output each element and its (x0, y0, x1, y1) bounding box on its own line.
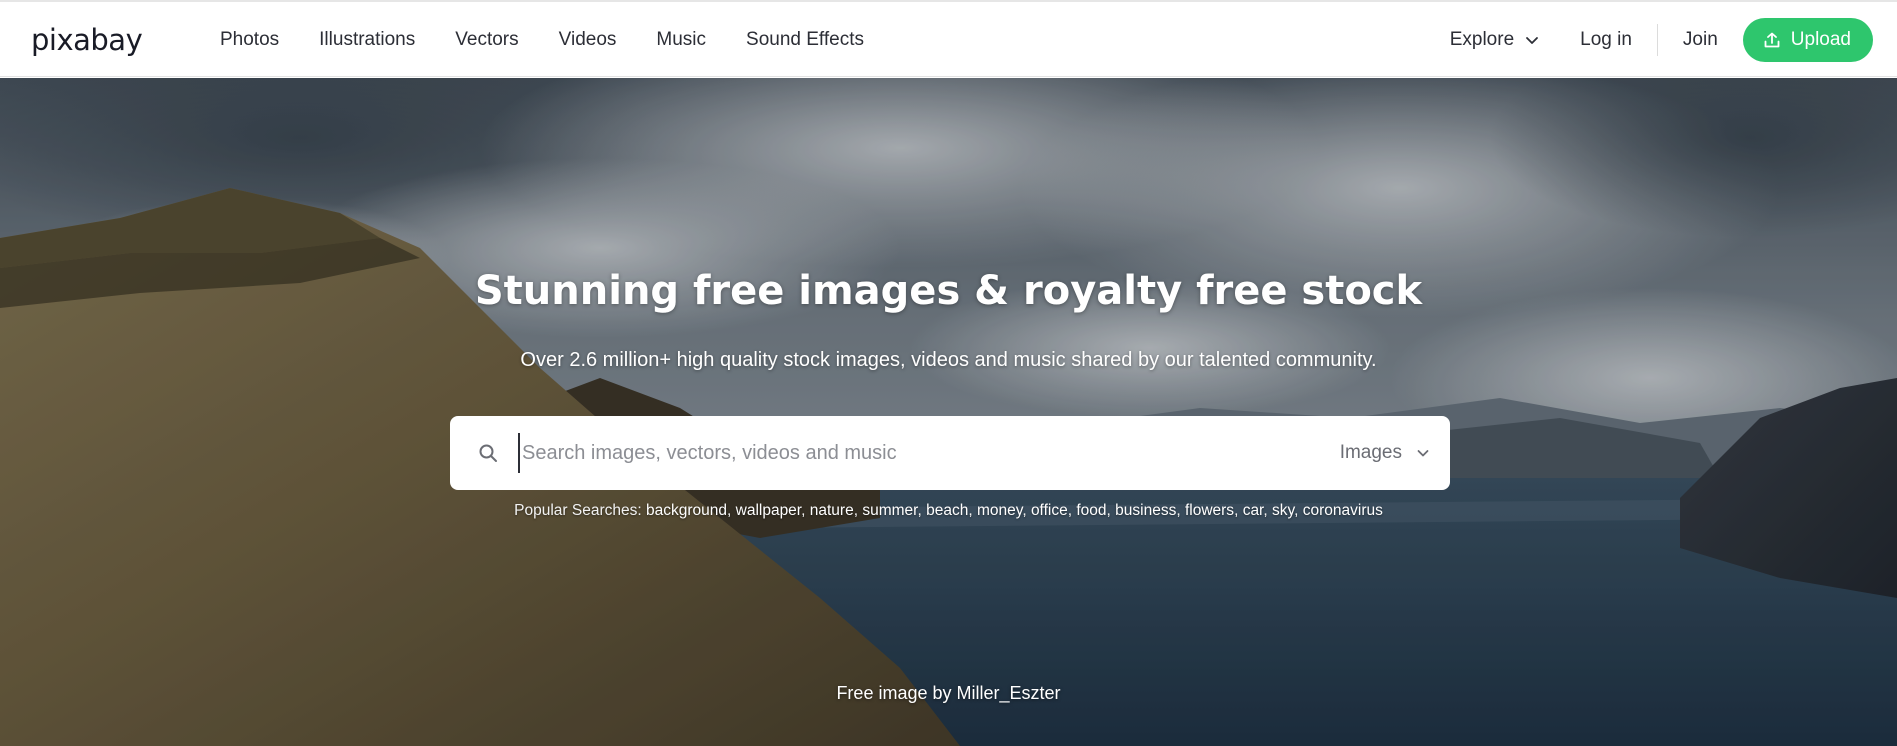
account-nav: Explore Log in Join Upload (1450, 2, 1873, 77)
popular-searches-label: Popular Searches: (514, 502, 642, 519)
popular-term[interactable]: business (1115, 502, 1176, 519)
hero-overlay (0, 78, 1897, 746)
credit-prefix: Free image by (836, 683, 952, 703)
popular-term[interactable]: flowers (1185, 502, 1234, 519)
search-input[interactable] (518, 433, 1340, 473)
site-header: pixabay Photos Illustrations Vectors Vid… (0, 2, 1897, 77)
popular-term[interactable]: food (1076, 502, 1106, 519)
hero-section: Stunning free images & royalty free stoc… (0, 78, 1897, 746)
popular-term[interactable]: nature (810, 502, 854, 519)
search-type-label: Images (1339, 442, 1402, 463)
search-bar: Images (450, 416, 1450, 490)
popular-term[interactable]: background (646, 502, 727, 519)
nav-music[interactable]: Music (656, 29, 706, 51)
popular-term[interactable]: wallpaper (736, 502, 802, 519)
credit-author-link[interactable]: Miller_Eszter (957, 683, 1061, 703)
main-nav: Photos Illustrations Vectors Videos Musi… (220, 2, 864, 77)
popular-term[interactable]: sky (1272, 502, 1294, 519)
search-icon[interactable] (478, 443, 498, 463)
login-link[interactable]: Log in (1580, 29, 1632, 51)
nav-photos[interactable]: Photos (220, 29, 279, 51)
image-credit: Free image by Miller_Eszter (0, 683, 1897, 704)
popular-term[interactable]: office (1031, 502, 1068, 519)
popular-searches: Popular Searches: background, wallpaper,… (514, 502, 1383, 519)
hero-title: Stunning free images & royalty free stoc… (474, 268, 1423, 314)
upload-button[interactable]: Upload (1742, 17, 1873, 62)
nav-divider (1656, 23, 1658, 56)
popular-term[interactable]: money (977, 502, 1022, 519)
chevron-down-icon (1526, 36, 1539, 44)
search-type-select[interactable]: Images (1340, 442, 1430, 464)
explore-menu[interactable]: Explore (1450, 29, 1540, 51)
popular-term[interactable]: beach (926, 502, 968, 519)
chevron-down-icon (1417, 450, 1429, 457)
upload-label: Upload (1790, 28, 1851, 50)
nav-illustrations[interactable]: Illustrations (319, 29, 415, 51)
nav-videos[interactable]: Videos (559, 29, 617, 51)
popular-term[interactable]: summer (862, 502, 917, 519)
upload-icon (1764, 32, 1780, 47)
popular-term[interactable]: coronavirus (1303, 502, 1383, 519)
hero-subtitle: Over 2.6 million+ high quality stock ima… (520, 349, 1377, 371)
explore-label: Explore (1449, 28, 1515, 50)
popular-term[interactable]: car (1243, 502, 1264, 519)
nav-vectors[interactable]: Vectors (455, 29, 518, 51)
nav-sound-effects[interactable]: Sound Effects (746, 29, 864, 51)
pixabay-logo[interactable]: pixabay (31, 22, 143, 58)
join-link[interactable]: Join (1683, 29, 1718, 51)
